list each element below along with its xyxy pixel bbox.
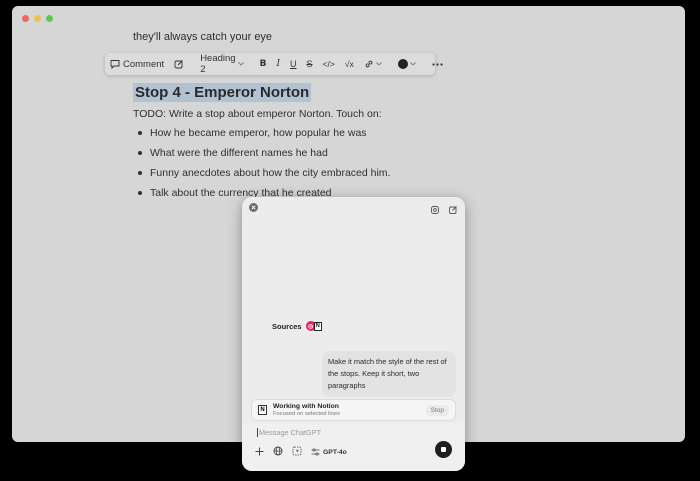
chevron-down-icon <box>375 62 382 66</box>
sources-row[interactable]: Sources ◎ N <box>272 321 322 331</box>
edit-icon <box>174 59 184 69</box>
list-item[interactable]: Funny anecdotes about how the city embra… <box>133 167 390 187</box>
close-window-button[interactable] <box>22 15 29 22</box>
comment-button[interactable]: Comment <box>105 53 169 75</box>
todo-paragraph[interactable]: TODO: Write a stop about emperor Norton.… <box>133 108 382 120</box>
notion-context-bar: N Working with Notion Focused on selecte… <box>251 399 456 421</box>
chevron-down-icon <box>237 62 244 66</box>
new-chat-button[interactable] <box>448 202 458 220</box>
more-horizontal-icon <box>432 62 443 66</box>
chatgpt-panel: Sources ◎ N Make it match the style of t… <box>242 197 465 471</box>
attach-button[interactable] <box>255 443 264 461</box>
close-icon <box>251 205 256 210</box>
strikethrough-button[interactable]: S <box>302 53 318 75</box>
composer: Message ChatGPT GPT-4o <box>242 423 465 471</box>
minimize-window-button[interactable] <box>34 15 41 22</box>
context-subtitle: Focused on selected lines <box>273 411 341 417</box>
screen-capture-icon <box>431 206 439 214</box>
list-item[interactable]: How he became emperor, how popular he wa… <box>133 127 390 147</box>
text-color-button[interactable] <box>393 53 421 75</box>
underline-button[interactable]: U <box>285 53 302 75</box>
code-button[interactable]: </> <box>318 53 340 75</box>
link-icon <box>364 59 374 69</box>
list-item[interactable]: What were the different names he had <box>133 147 390 167</box>
cursor-select-icon <box>292 446 302 456</box>
zoom-window-button[interactable] <box>46 15 53 22</box>
screenshot-button[interactable] <box>430 202 440 220</box>
edit-ai-button[interactable] <box>169 53 189 75</box>
notion-logo-icon: N <box>313 321 322 331</box>
window-controls <box>22 15 53 22</box>
bullet-list: How he became emperor, how popular he wa… <box>133 127 390 207</box>
link-button[interactable] <box>359 53 387 75</box>
selected-heading[interactable]: Stop 4 - Emperor Norton <box>133 83 312 102</box>
previous-paragraph: they'll always catch your eye <box>133 31 273 43</box>
chevron-down-icon <box>409 62 416 66</box>
notion-logo-icon: N <box>258 405 267 415</box>
panel-header-actions <box>430 202 458 220</box>
block-type-label: Heading 2 <box>200 53 236 75</box>
comment-icon <box>110 59 120 69</box>
web-search-button[interactable] <box>273 443 283 461</box>
stop-icon <box>441 447 446 452</box>
stop-generating-button[interactable] <box>435 441 452 458</box>
model-label: GPT-4o <box>323 448 347 456</box>
more-options-button[interactable] <box>427 53 448 75</box>
model-selector[interactable]: GPT-4o <box>311 448 347 456</box>
math-button[interactable]: √x <box>340 53 359 75</box>
formatting-toolbar: Comment Heading 2 B I U S </> √x <box>105 53 443 75</box>
text-color-swatch <box>397 59 408 69</box>
bold-button[interactable]: B <box>255 53 272 75</box>
italic-button[interactable]: I <box>271 53 285 75</box>
globe-icon <box>273 446 283 456</box>
comment-label: Comment <box>123 58 165 70</box>
context-title: Working with Notion <box>273 403 339 410</box>
block-type-dropdown[interactable]: Heading 2 <box>195 53 248 75</box>
sliders-icon <box>311 448 320 456</box>
close-panel-button[interactable] <box>249 203 258 212</box>
sources-label: Sources <box>272 321 302 331</box>
stop-context-button[interactable]: Stop <box>425 404 449 416</box>
user-message-bubble: Make it match the style of the rest of t… <box>322 351 456 397</box>
message-input[interactable]: Message ChatGPT <box>257 428 321 437</box>
compose-icon <box>449 206 457 214</box>
cursor-tool-button[interactable] <box>292 443 302 461</box>
plus-icon <box>255 447 264 456</box>
